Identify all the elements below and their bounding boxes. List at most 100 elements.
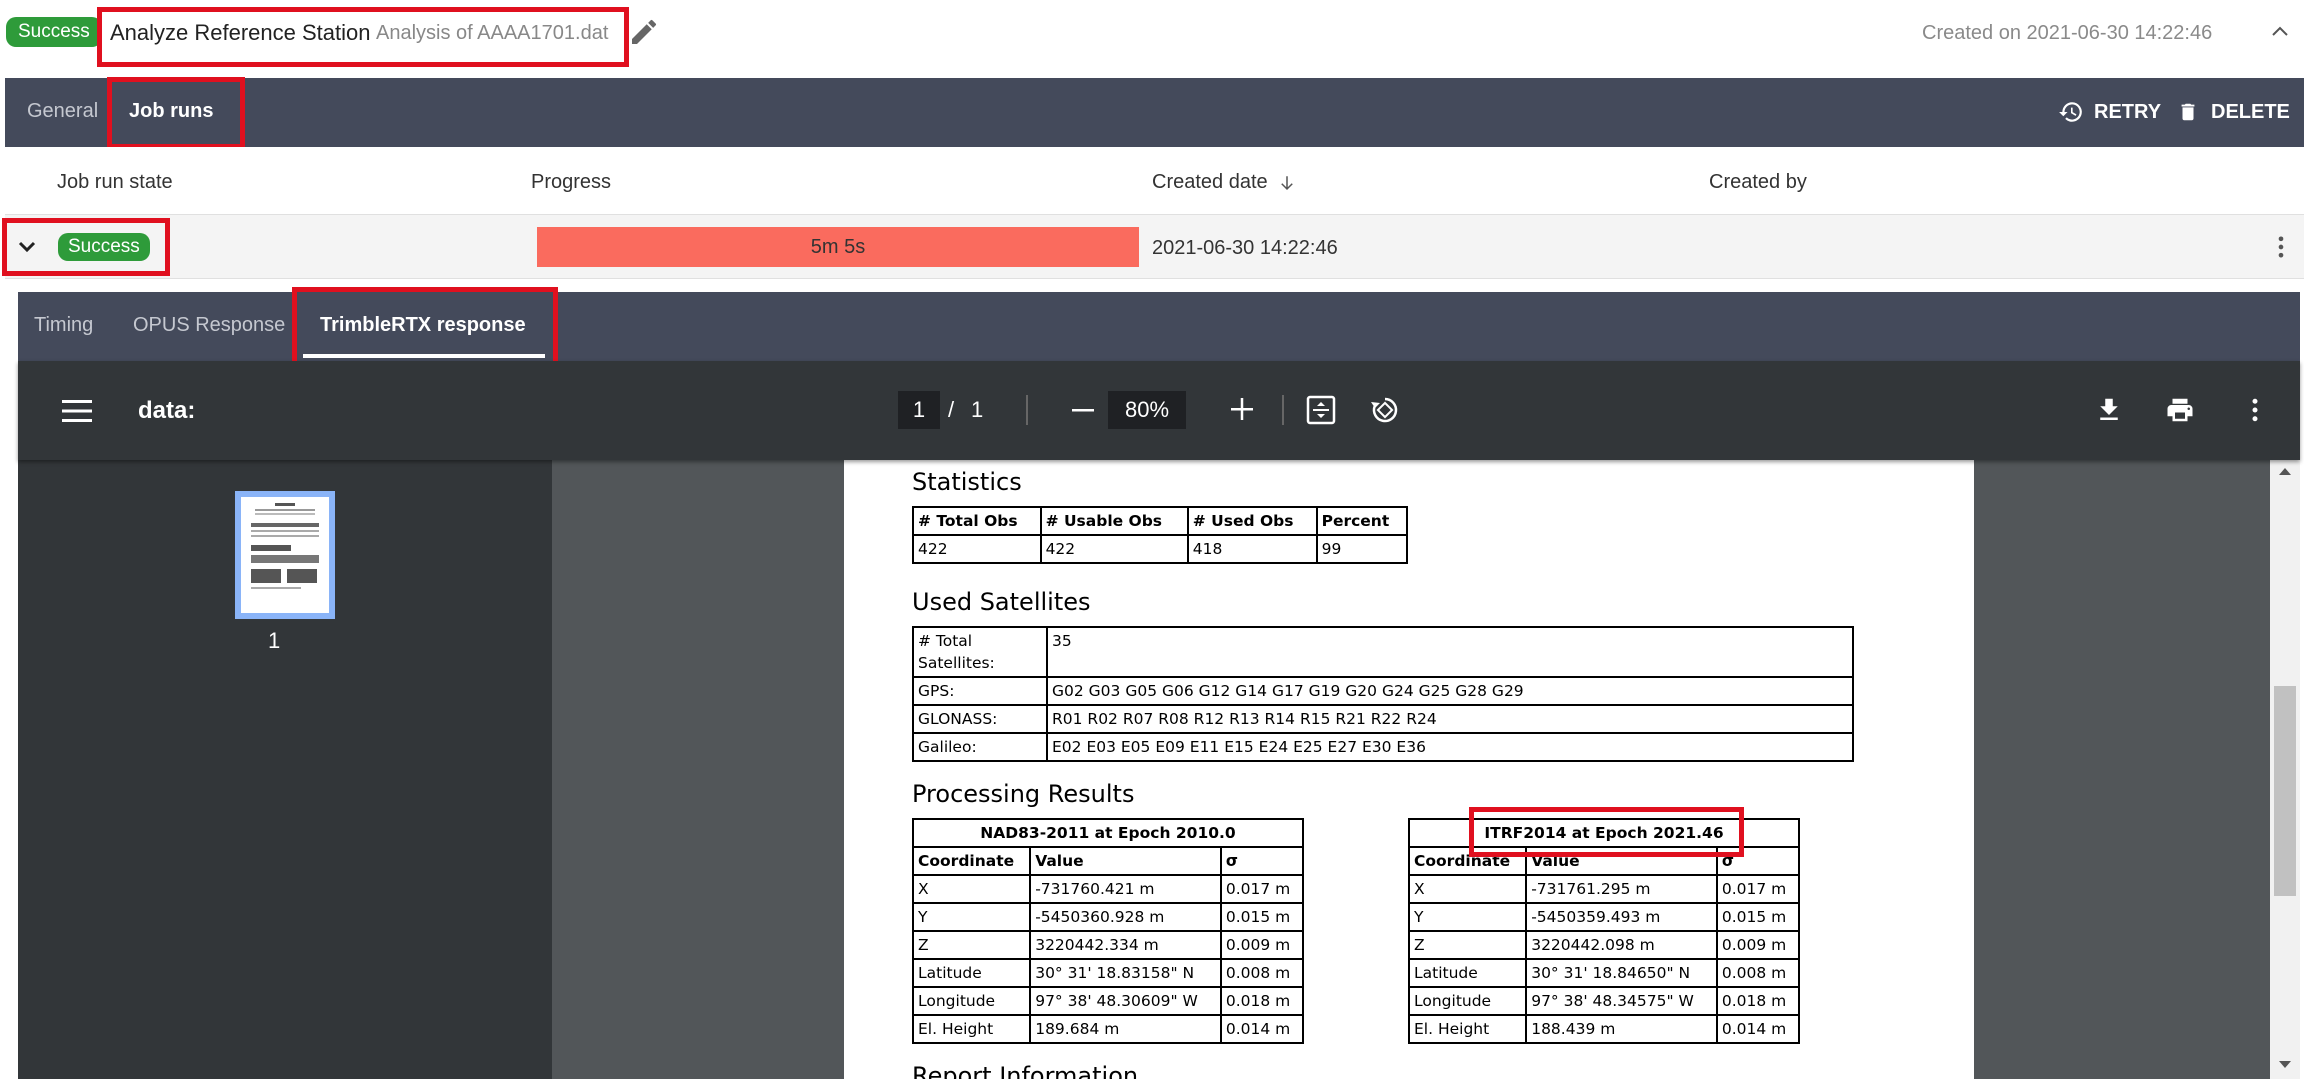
coord-name: X [911, 874, 1032, 904]
rotate-icon[interactable] [1368, 393, 1402, 427]
scrollbar-thumb[interactable] [2274, 686, 2296, 896]
coord-value: -731761.295 m [1525, 874, 1718, 904]
tab-job-runs[interactable]: Job runs [129, 100, 213, 123]
coord-name: Latitude [911, 958, 1032, 988]
fit-to-page-icon[interactable] [1304, 393, 1338, 427]
scroll-down-icon[interactable] [2278, 1060, 2292, 1070]
main-tabbar: General Job runs RETRY DELETE [5, 77, 2304, 149]
statistics-table: # Total Obs # Usable Obs # Used Obs Perc… [912, 506, 1409, 564]
satellites-table: # Total Satellites: 35 GPS: G02 G03 G05 … [912, 626, 1854, 762]
coord-sigma: 0.018 m [1219, 986, 1305, 1016]
nad83-table: NAD83-2011 at Epoch 2010.0 Coordinate Va… [911, 818, 1305, 1044]
tab-trimble-rtx-response[interactable]: TrimbleRTX response [320, 314, 526, 337]
stat-value: 422 [1039, 534, 1189, 564]
coord-value: 30° 31' 18.83158" N [1029, 958, 1222, 988]
stat-value: 418 [1186, 534, 1318, 564]
thumbnail-page-number: 1 [268, 628, 281, 653]
sat-value: R01 R02 R07 R08 R12 R13 R14 R15 R21 R22 … [1046, 704, 1854, 734]
sat-label: GPS: [912, 676, 1048, 706]
column-header-progress[interactable]: Progress [531, 171, 611, 194]
stat-header: # Usable Obs [1039, 506, 1189, 536]
nad83-caption: NAD83-2011 at Epoch 2010.0 [912, 818, 1304, 848]
stat-header: # Total Obs [912, 506, 1042, 536]
coord-name: Z [1407, 930, 1528, 960]
coord-value: 97° 38' 48.34575" W [1525, 986, 1718, 1016]
tab-opus-response[interactable]: OPUS Response [133, 314, 285, 337]
chevron-up-icon[interactable] [2268, 20, 2292, 44]
table-row: Latitude 30° 31' 18.84650" N 0.008 m [1407, 958, 1801, 988]
page-thumbnail[interactable] [235, 491, 335, 619]
job-subtitle: Analysis of AAAA1701.dat [376, 22, 609, 44]
toolbar-divider [1026, 395, 1028, 425]
sat-label: Galileo: [912, 732, 1048, 762]
itrf-caption-highlight-box [1469, 807, 1744, 857]
job-header: Success Analyze Reference Station Analys… [0, 0, 2304, 78]
progress-label: 5m 5s [810, 236, 866, 258]
zoom-level-input[interactable]: 80% [1108, 391, 1186, 429]
zoom-in-icon[interactable] [1226, 393, 1258, 425]
chevron-down-icon[interactable] [15, 235, 39, 259]
satellites-title: Used Satellites [912, 588, 1091, 616]
job-title: Analyze Reference Station [110, 20, 371, 45]
active-tab-indicator [303, 354, 545, 358]
coord-header: σ [1219, 846, 1305, 876]
column-header-state[interactable]: Job run state [57, 171, 173, 194]
coord-value: 188.439 m [1525, 1014, 1718, 1044]
row-more-vert-icon[interactable] [2267, 233, 2295, 261]
pdf-canvas: Statistics # Total Obs # Usable Obs # Us… [552, 460, 2270, 1079]
tab-general[interactable]: General [27, 100, 98, 123]
pdf-scrollbar[interactable] [2270, 460, 2300, 1079]
delete-button[interactable]: DELETE [2177, 96, 2290, 128]
pdf-title: data: [138, 397, 196, 424]
table-row: Latitude 30° 31' 18.83158" N 0.008 m [911, 958, 1305, 988]
sat-label: # Total Satellites: [912, 626, 1048, 678]
table-row: Z 3220442.098 m 0.009 m [1407, 930, 1801, 960]
print-icon[interactable] [2164, 395, 2196, 425]
tab-timing[interactable]: Timing [34, 314, 93, 337]
coord-name: El. Height [911, 1014, 1032, 1044]
page-number-input[interactable]: 1 [898, 391, 940, 429]
table-row[interactable]: Success 5m 5s 2021-06-30 14:22:46 [2, 215, 2304, 279]
thumbnail-preview [251, 503, 319, 589]
table-row: El. Height 188.439 m 0.014 m [1407, 1014, 1801, 1044]
coord-header: Coordinate [911, 846, 1032, 876]
retry-button[interactable]: RETRY [2058, 96, 2161, 128]
coord-value: -5450359.493 m [1525, 902, 1718, 932]
coord-name: Latitude [1407, 958, 1528, 988]
table-row: X -731761.295 m 0.017 m [1407, 874, 1801, 904]
column-header-created-date[interactable]: Created date [1152, 171, 1296, 194]
sat-label: GLONASS: [912, 704, 1048, 734]
coord-sigma: 0.017 m [1715, 874, 1801, 904]
coord-sigma: 0.008 m [1715, 958, 1801, 988]
row-status-badge: Success [58, 233, 150, 261]
table-row: Longitude 97° 38' 48.30609" W 0.018 m [911, 986, 1305, 1016]
created-date-label: Created date [1152, 171, 1268, 193]
coord-sigma: 0.009 m [1715, 930, 1801, 960]
page-separator: / [948, 397, 955, 422]
coord-sigma: 0.017 m [1219, 874, 1305, 904]
table-row: Longitude 97° 38' 48.34575" W 0.018 m [1407, 986, 1801, 1016]
coord-name: El. Height [1407, 1014, 1528, 1044]
table-row: GLONASS: R01 R02 R07 R08 R12 R13 R14 R15… [912, 704, 1854, 734]
zoom-out-icon[interactable] [1068, 395, 1098, 425]
stat-header: # Used Obs [1186, 506, 1318, 536]
row-created-date: 2021-06-30 14:22:46 [1152, 237, 1338, 259]
response-tabbar: Timing OPUS Response TrimbleRTX response [18, 287, 2300, 371]
edit-pencil-icon[interactable] [628, 16, 660, 48]
table-row: Y -5450360.928 m 0.015 m [911, 902, 1305, 932]
stat-header: Percent [1315, 506, 1409, 536]
scroll-up-icon[interactable] [2278, 466, 2292, 476]
coord-sigma: 0.018 m [1715, 986, 1801, 1016]
stat-value: 422 [912, 534, 1042, 564]
coord-value: -731760.421 m [1029, 874, 1222, 904]
coord-value: 97° 38' 48.30609" W [1029, 986, 1222, 1016]
column-header-created-by[interactable]: Created by [1709, 171, 1807, 194]
menu-icon[interactable] [60, 397, 94, 425]
coord-value: -5450360.928 m [1029, 902, 1222, 932]
history-icon [2059, 102, 2082, 122]
more-vert-icon[interactable] [2240, 395, 2270, 425]
created-on-text: Created on 2021-06-30 14:22:46 [1922, 22, 2213, 44]
table-row: Y -5450359.493 m 0.015 m [1407, 902, 1801, 932]
pdf-page: Statistics # Total Obs # Usable Obs # Us… [844, 460, 1974, 1079]
download-icon[interactable] [2094, 395, 2124, 425]
